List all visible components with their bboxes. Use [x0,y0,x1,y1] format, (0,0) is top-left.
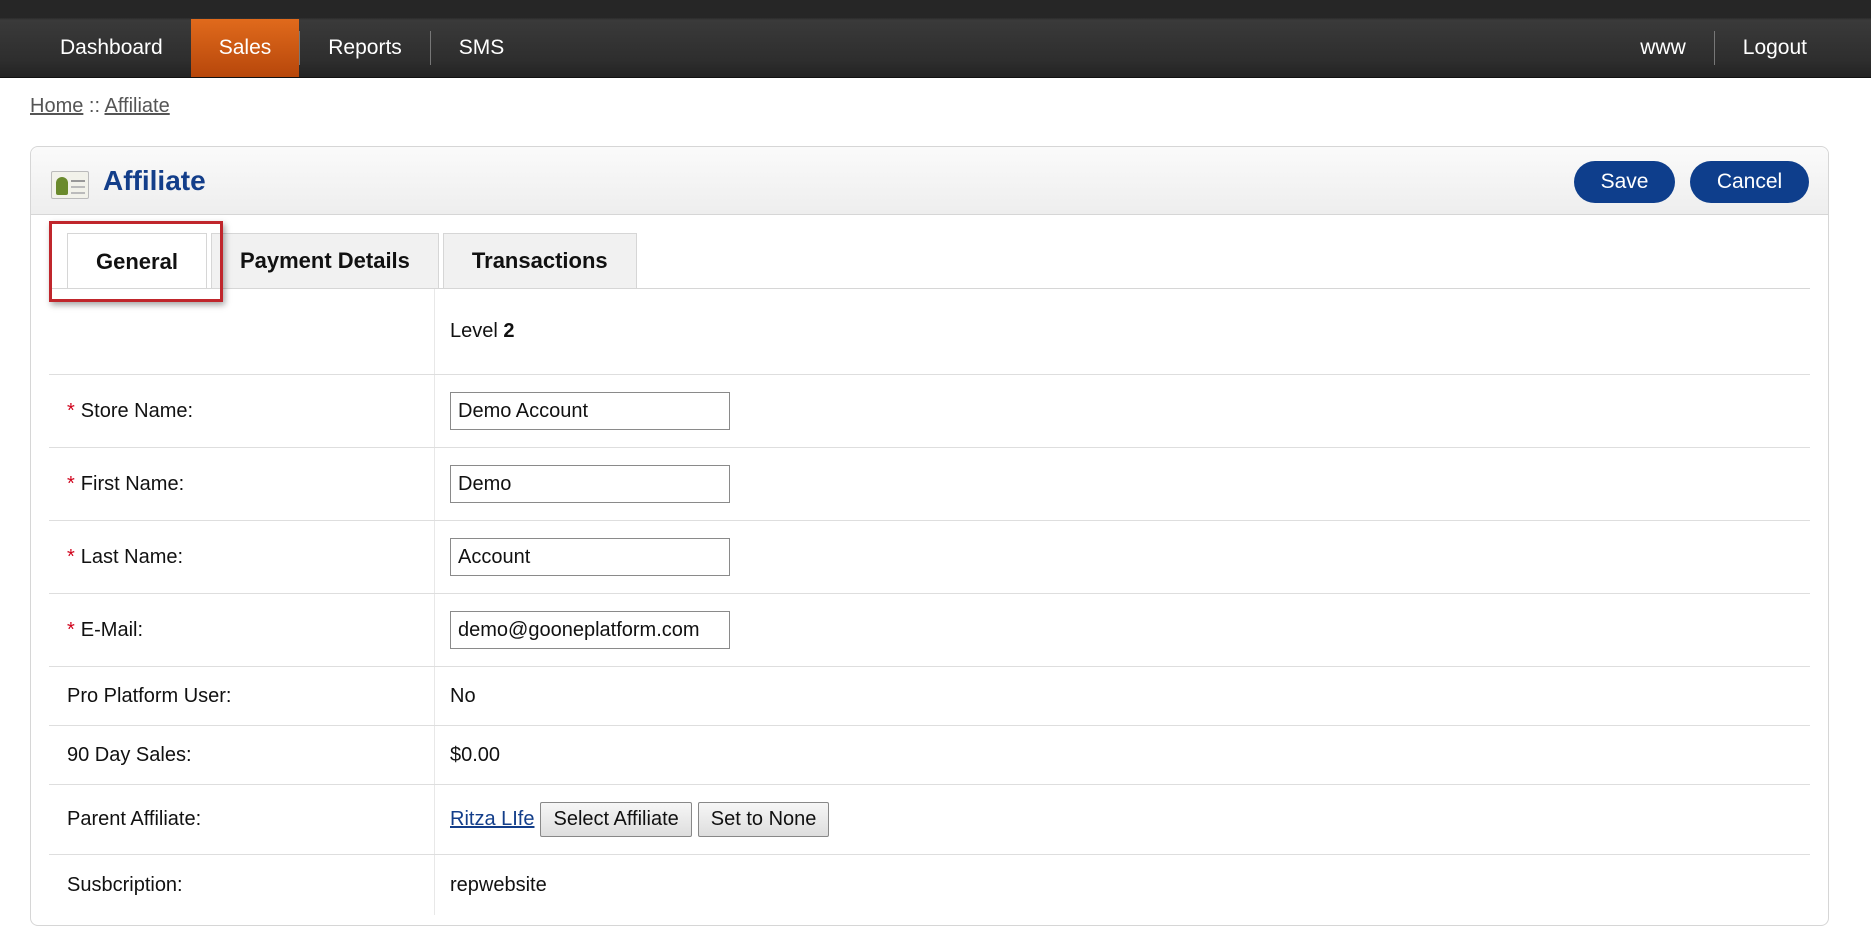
last-name-row: * Last Name: [49,521,1810,594]
top-strip [0,0,1871,18]
id-card-icon [51,171,89,199]
breadcrumb-affiliate-link[interactable]: Affiliate [105,95,170,117]
level-row-label [49,289,435,374]
pro-user-row: Pro Platform User: No [49,667,1810,726]
save-button[interactable]: Save [1574,161,1675,203]
pro-user-value: No [450,684,476,707]
level-value: Level 2 [435,320,515,343]
tab-general[interactable]: General [67,233,207,289]
store-name-label-text: Store Name: [80,399,194,422]
tab-bar: General Payment Details Transactions [67,233,641,289]
email-input[interactable] [450,611,730,649]
level-row: Level 2 [49,289,1810,375]
subscription-value: repwebsite [450,873,547,896]
nav-sales[interactable]: Sales [190,19,300,77]
affiliate-panel: Affiliate Save Cancel General Payment De… [30,146,1829,926]
level-number: 2 [503,320,515,342]
breadcrumb-separator: :: [88,95,101,117]
email-label-text: E-Mail: [80,618,144,641]
parent-affiliate-row: Parent Affiliate: Ritza LIfe Select Affi… [49,785,1810,855]
sales-90-value: $0.00 [450,743,501,766]
select-affiliate-button[interactable]: Select Affiliate [540,802,692,837]
first-name-label-text: First Name: [80,472,185,495]
required-mark: * [67,545,75,568]
first-name-label: * First Name: [49,448,435,520]
parent-affiliate-label: Parent Affiliate: [49,785,435,854]
panel-header: Affiliate Save Cancel [31,147,1828,215]
first-name-row: * First Name: [49,448,1810,521]
store-name-row: * Store Name: [49,375,1810,448]
parent-affiliate-link[interactable]: Ritza LIfe [450,808,534,831]
breadcrumb: Home :: Affiliate [30,95,170,118]
sales-90-label: 90 Day Sales: [49,726,435,784]
sales-90-row: 90 Day Sales: $0.00 [49,726,1810,785]
first-name-input[interactable] [450,465,730,503]
nav-left: Dashboard Sales Reports SMS [32,19,532,77]
nav-dashboard[interactable]: Dashboard [32,19,191,77]
last-name-label: * Last Name: [49,521,435,593]
set-to-none-button[interactable]: Set to None [697,802,830,837]
subscription-label: Susbcription: [49,855,435,915]
email-label: * E-Mail: [49,594,435,666]
nav-logout[interactable]: Logout [1715,19,1835,77]
subscription-row: Susbcription: repwebsite [49,855,1810,915]
affiliate-form: Level 2 *Store Name: *First Name: *Last … [49,289,1810,915]
last-name-label-text: Last Name: [80,545,184,568]
nav-right: www Logout [1612,19,1835,77]
required-mark: * [67,399,75,422]
nav-reports[interactable]: Reports [300,19,430,77]
last-name-input[interactable] [450,538,730,576]
top-navigation-bar: Dashboard Sales Reports SMS www Logout [0,0,1871,78]
page-title: Affiliate [103,165,206,196]
store-name-label: * Store Name: [49,375,435,447]
required-mark: * [67,472,75,495]
email-row: * E-Mail: [49,594,1810,667]
nav-www[interactable]: www [1612,19,1714,77]
nav-sms[interactable]: SMS [431,19,533,77]
tab-transactions[interactable]: Transactions [442,233,637,288]
cancel-button[interactable]: Cancel [1690,161,1809,203]
required-mark: * [67,618,75,641]
level-label: Level [450,320,498,342]
pro-user-label: Pro Platform User: [49,667,435,725]
store-name-input[interactable] [450,392,730,430]
tab-payment-details[interactable]: Payment Details [210,233,439,288]
breadcrumb-home-link[interactable]: Home [30,95,83,117]
